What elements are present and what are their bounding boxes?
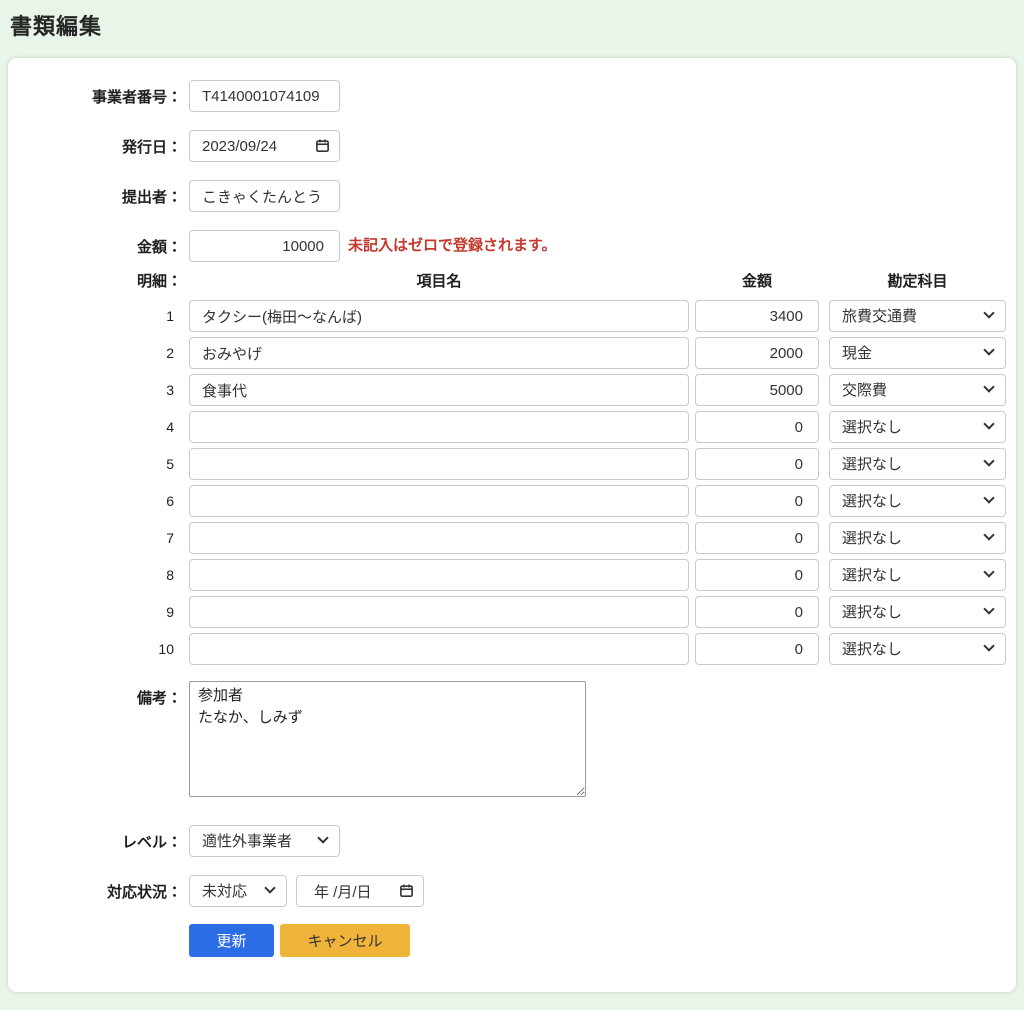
detail-row: 6 選択なし xyxy=(8,485,1016,517)
details-header-amount: 金額 xyxy=(695,270,819,291)
issue-date-input[interactable] xyxy=(189,130,340,162)
amount-row: 金額： 未記入はゼロで登録されます。 xyxy=(8,230,1016,262)
submitter-input[interactable] xyxy=(189,180,340,212)
detail-row: 1 旅費交通費 xyxy=(8,300,1016,332)
detail-account-select-wrap: 旅費交通費 xyxy=(829,300,1006,332)
detail-row: 9 選択なし xyxy=(8,596,1016,628)
level-select[interactable]: 適性外事業者 xyxy=(189,825,340,857)
detail-amount-input[interactable] xyxy=(695,522,819,554)
detail-name-input[interactable] xyxy=(189,596,689,628)
detail-name-input[interactable] xyxy=(189,485,689,517)
detail-account-select[interactable]: 交際費 xyxy=(829,374,1006,406)
details-section: 明細： 項目名 金額 勘定科目 1 旅費交通費 2 現金 3 xyxy=(8,270,1016,665)
remarks-row: 備考： 参加者 たなか、しみず xyxy=(8,681,1016,802)
detail-amount-input[interactable] xyxy=(695,448,819,480)
detail-row-number: 6 xyxy=(8,493,182,509)
detail-row-number: 9 xyxy=(8,604,182,620)
detail-row: 4 選択なし xyxy=(8,411,1016,443)
detail-account-select-wrap: 選択なし xyxy=(829,596,1006,628)
amount-input[interactable] xyxy=(189,230,340,262)
detail-name-input[interactable] xyxy=(189,448,689,480)
detail-account-select-wrap: 選択なし xyxy=(829,559,1006,591)
detail-name-input[interactable] xyxy=(189,411,689,443)
detail-amount-input[interactable] xyxy=(695,411,819,443)
detail-row-number: 1 xyxy=(8,308,182,324)
detail-name-input[interactable] xyxy=(189,633,689,665)
detail-account-select-wrap: 選択なし xyxy=(829,448,1006,480)
status-row: 対応状況： 未対応 xyxy=(8,875,1016,907)
detail-account-select[interactable]: 選択なし xyxy=(829,522,1006,554)
issue-date-field xyxy=(189,130,340,162)
detail-row-number: 7 xyxy=(8,530,182,546)
detail-name-input[interactable] xyxy=(189,337,689,369)
business-number-row: 事業者番号： xyxy=(8,80,1016,112)
detail-row: 2 現金 xyxy=(8,337,1016,369)
details-header-account: 勘定科目 xyxy=(829,270,1006,291)
details-header-row: 明細： 項目名 金額 勘定科目 xyxy=(8,270,1016,291)
detail-account-select-wrap: 選択なし xyxy=(829,485,1006,517)
update-button[interactable]: 更新 xyxy=(189,924,274,957)
business-number-label: 事業者番号： xyxy=(8,86,182,107)
detail-amount-input[interactable] xyxy=(695,300,819,332)
detail-row-number: 5 xyxy=(8,456,182,472)
detail-row-number: 4 xyxy=(8,419,182,435)
level-row: レベル： 適性外事業者 xyxy=(8,825,1016,857)
page-title: 書類編集 xyxy=(10,9,1024,41)
remarks-label: 備考： xyxy=(8,687,182,708)
detail-row: 3 交際費 xyxy=(8,374,1016,406)
details-header-name: 項目名 xyxy=(189,270,689,291)
detail-amount-input[interactable] xyxy=(695,337,819,369)
detail-name-input[interactable] xyxy=(189,559,689,591)
detail-amount-input[interactable] xyxy=(695,559,819,591)
detail-account-select-wrap: 交際費 xyxy=(829,374,1006,406)
amount-note: 未記入はゼロで登録されます。 xyxy=(348,234,557,255)
detail-row-number: 8 xyxy=(8,567,182,583)
detail-row: 8 選択なし xyxy=(8,559,1016,591)
status-date-field xyxy=(296,875,424,907)
detail-amount-input[interactable] xyxy=(695,485,819,517)
issue-date-row: 発行日： xyxy=(8,130,1016,162)
status-label: 対応状況： xyxy=(8,881,182,902)
detail-row: 7 選択なし xyxy=(8,522,1016,554)
detail-amount-input[interactable] xyxy=(695,374,819,406)
detail-row: 5 選択なし xyxy=(8,448,1016,480)
submitter-row: 提出者： xyxy=(8,180,1016,212)
detail-account-select[interactable]: 旅費交通費 xyxy=(829,300,1006,332)
status-select[interactable]: 未対応 xyxy=(189,875,287,907)
detail-account-select-wrap: 選択なし xyxy=(829,411,1006,443)
status-date-input[interactable] xyxy=(296,875,424,907)
detail-account-select[interactable]: 選択なし xyxy=(829,485,1006,517)
edit-form-panel: 事業者番号： 発行日： 提出者： xyxy=(8,58,1016,992)
detail-row: 10 選択なし xyxy=(8,633,1016,665)
cancel-button[interactable]: キャンセル xyxy=(280,924,410,957)
detail-account-select[interactable]: 選択なし xyxy=(829,633,1006,665)
detail-row-number: 10 xyxy=(8,641,182,657)
detail-account-select-wrap: 現金 xyxy=(829,337,1006,369)
detail-name-input[interactable] xyxy=(189,300,689,332)
detail-row-number: 3 xyxy=(8,382,182,398)
actions-row: 更新 キャンセル xyxy=(8,924,1016,957)
detail-name-input[interactable] xyxy=(189,374,689,406)
detail-account-select[interactable]: 選択なし xyxy=(829,448,1006,480)
amount-label: 金額： xyxy=(8,236,182,257)
issue-date-label: 発行日： xyxy=(8,136,182,157)
details-label: 明細： xyxy=(8,270,182,291)
detail-name-input[interactable] xyxy=(189,522,689,554)
level-select-wrap: 適性外事業者 xyxy=(189,825,340,857)
status-select-wrap: 未対応 xyxy=(189,875,287,907)
detail-account-select[interactable]: 選択なし xyxy=(829,596,1006,628)
remarks-textarea[interactable]: 参加者 たなか、しみず xyxy=(189,681,586,797)
detail-amount-input[interactable] xyxy=(695,596,819,628)
detail-amount-input[interactable] xyxy=(695,633,819,665)
detail-account-select-wrap: 選択なし xyxy=(829,522,1006,554)
detail-row-number: 2 xyxy=(8,345,182,361)
business-number-input[interactable] xyxy=(189,80,340,112)
detail-account-select[interactable]: 現金 xyxy=(829,337,1006,369)
level-label: レベル： xyxy=(8,831,182,852)
submitter-label: 提出者： xyxy=(8,186,182,207)
detail-account-select-wrap: 選択なし xyxy=(829,633,1006,665)
detail-account-select[interactable]: 選択なし xyxy=(829,411,1006,443)
detail-account-select[interactable]: 選択なし xyxy=(829,559,1006,591)
